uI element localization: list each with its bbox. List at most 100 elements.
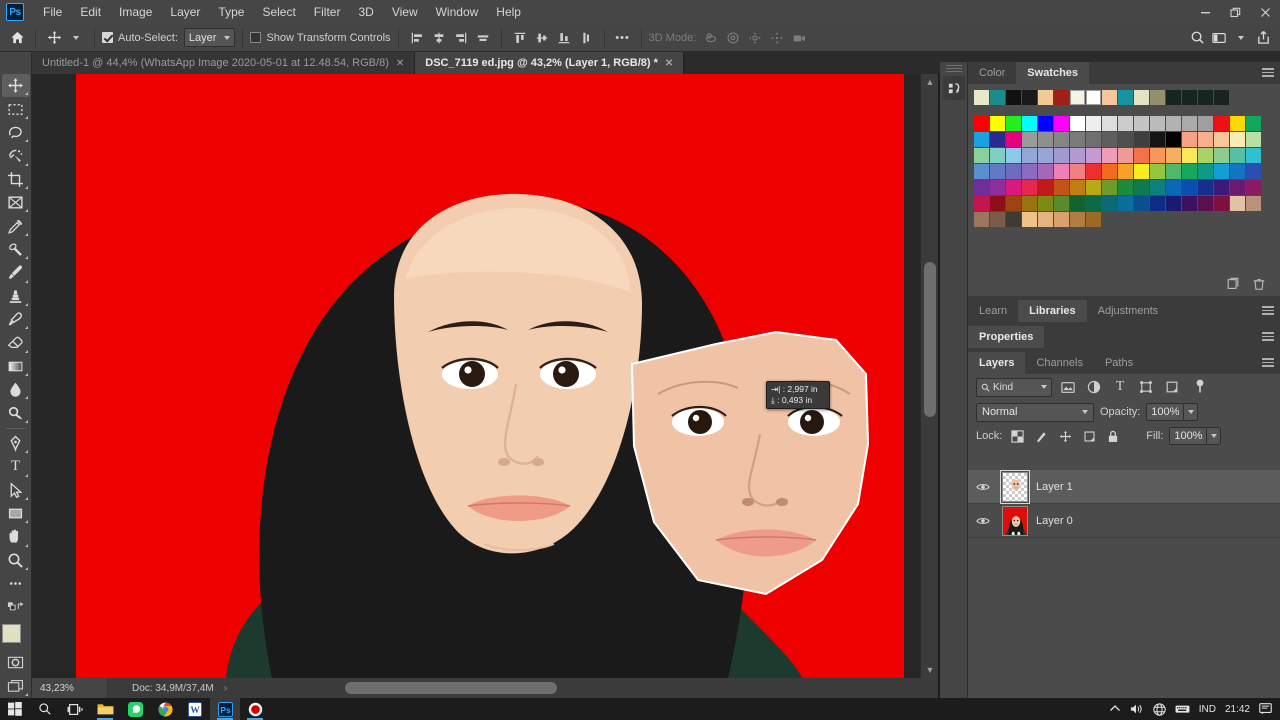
swatches-panel[interactable] — [968, 84, 1280, 274]
color-swatch[interactable] — [1246, 116, 1261, 131]
opacity-value-field[interactable]: 100% — [1146, 403, 1185, 421]
menu-3d[interactable]: 3D — [349, 0, 382, 24]
close-tab-icon[interactable]: ✕ — [665, 58, 673, 69]
color-swatch[interactable] — [974, 164, 989, 179]
scroll-down-arrow-icon[interactable]: ▼ — [921, 662, 939, 678]
move-tool-icon[interactable] — [43, 27, 65, 49]
color-swatch[interactable] — [1006, 116, 1021, 131]
distribute-vertical-icon[interactable] — [575, 27, 597, 49]
color-swatch[interactable] — [1102, 116, 1117, 131]
more-options-icon[interactable]: ••• — [612, 27, 634, 49]
layer-visibility-eye-icon[interactable] — [972, 482, 994, 492]
color-swatch[interactable] — [1166, 132, 1181, 147]
microsoft-word-button[interactable]: W — [180, 698, 210, 720]
color-swatch[interactable] — [1102, 180, 1117, 195]
color-swatch[interactable] — [1182, 132, 1197, 147]
color-swatch[interactable] — [1038, 212, 1053, 227]
whatsapp-button[interactable] — [120, 698, 150, 720]
color-swatch[interactable] — [990, 164, 1005, 179]
color-swatch[interactable] — [1086, 116, 1101, 131]
adobe-photoshop-button[interactable]: Ps — [210, 698, 240, 720]
color-swatch[interactable] — [1086, 212, 1101, 227]
action-center-icon[interactable] — [1259, 703, 1272, 715]
color-swatch[interactable] — [1038, 180, 1053, 195]
color-swatch[interactable] — [974, 116, 989, 131]
blur-tool-icon[interactable] — [2, 378, 30, 401]
quick-mask-icon[interactable] — [2, 651, 30, 674]
color-swatch[interactable] — [1198, 116, 1213, 131]
close-tab-icon[interactable]: ✕ — [396, 58, 404, 69]
layer-list[interactable]: Layer 1 Layer 0 — [968, 470, 1280, 712]
recent-swatch[interactable] — [1214, 90, 1229, 105]
color-swatch[interactable] — [990, 132, 1005, 147]
canvas-vertical-scrollbar[interactable]: ▲ ▼ — [920, 74, 938, 678]
menu-filter[interactable]: Filter — [305, 0, 350, 24]
menu-file[interactable]: File — [34, 0, 71, 24]
opacity-stepper-caret[interactable] — [1184, 403, 1199, 421]
network-icon[interactable] — [1153, 702, 1166, 716]
color-swatch[interactable] — [1070, 180, 1085, 195]
color-swatch[interactable] — [1182, 148, 1197, 163]
lock-image-pixels-icon[interactable] — [1032, 427, 1050, 445]
tab-learn[interactable]: Learn — [968, 300, 1019, 322]
scroll-up-arrow-icon[interactable]: ▲ — [921, 74, 939, 90]
color-swatch[interactable] — [1006, 164, 1021, 179]
tab-properties[interactable]: Properties — [968, 326, 1045, 348]
color-swatch[interactable] — [1166, 180, 1181, 195]
recent-swatch[interactable] — [990, 90, 1005, 105]
color-swatch[interactable] — [1134, 132, 1149, 147]
color-swatch[interactable] — [1150, 148, 1165, 163]
color-swatch[interactable] — [974, 180, 989, 195]
color-swatch[interactable] — [1134, 196, 1149, 211]
color-swatch[interactable] — [1070, 116, 1085, 131]
color-swatch[interactable] — [1038, 116, 1053, 131]
lasso-tool-icon[interactable] — [2, 121, 30, 144]
color-swatch[interactable] — [974, 132, 989, 147]
recent-swatch[interactable] — [1086, 90, 1101, 105]
color-swatch[interactable] — [1038, 132, 1053, 147]
recent-swatch[interactable] — [1054, 90, 1069, 105]
show-transform-controls-checkbox[interactable] — [250, 32, 262, 43]
color-swatch[interactable] — [1230, 164, 1245, 179]
lock-all-icon[interactable] — [1104, 427, 1122, 445]
color-swatch[interactable] — [1070, 164, 1085, 179]
layer-thumbnail[interactable] — [1002, 471, 1028, 502]
color-swatch[interactable] — [1166, 148, 1181, 163]
color-swatch[interactable] — [1214, 164, 1229, 179]
color-swatch[interactable] — [1022, 164, 1037, 179]
color-swatch[interactable] — [1198, 164, 1213, 179]
filter-smartobject-icon[interactable] — [1162, 377, 1182, 397]
move-tool-icon[interactable] — [1, 74, 30, 98]
filter-shape-icon[interactable] — [1136, 377, 1156, 397]
eyedropper-tool-icon[interactable] — [2, 214, 30, 237]
recent-swatch[interactable] — [1006, 90, 1021, 105]
tab-color[interactable]: Color — [968, 62, 1017, 84]
align-left-edges-icon[interactable] — [406, 27, 428, 49]
zoom-tool-icon[interactable] — [2, 549, 30, 572]
color-swatch[interactable] — [1070, 148, 1085, 163]
color-swatch[interactable] — [1118, 116, 1133, 131]
blend-mode-dropdown[interactable]: Normal — [976, 402, 1094, 422]
color-swatch[interactable] — [1134, 164, 1149, 179]
file-explorer-button[interactable] — [90, 698, 120, 720]
lock-artboard-icon[interactable] — [1080, 427, 1098, 445]
color-swatch[interactable] — [1022, 116, 1037, 131]
color-swatch[interactable] — [1054, 116, 1069, 131]
color-swatch[interactable] — [1134, 116, 1149, 131]
show-hidden-icons-chevron[interactable] — [1109, 704, 1121, 714]
color-swatch[interactable] — [1070, 132, 1085, 147]
color-panel-menu-icon[interactable] — [1262, 68, 1274, 78]
color-swatch[interactable] — [1086, 132, 1101, 147]
distribute-horizontal-icon[interactable] — [472, 27, 494, 49]
vertical-scroll-thumb[interactable] — [924, 262, 936, 417]
filter-adjustment-icon[interactable] — [1084, 377, 1104, 397]
color-swatch[interactable] — [1038, 196, 1053, 211]
menu-image[interactable]: Image — [110, 0, 161, 24]
color-swatch[interactable] — [1006, 180, 1021, 195]
color-swatch[interactable] — [1230, 148, 1245, 163]
fill-value-field[interactable]: 100% — [1169, 427, 1208, 445]
color-swatch[interactable] — [1214, 116, 1229, 131]
color-swatch[interactable] — [1118, 196, 1133, 211]
menu-window[interactable]: Window — [427, 0, 488, 24]
color-swatch[interactable] — [1086, 196, 1101, 211]
